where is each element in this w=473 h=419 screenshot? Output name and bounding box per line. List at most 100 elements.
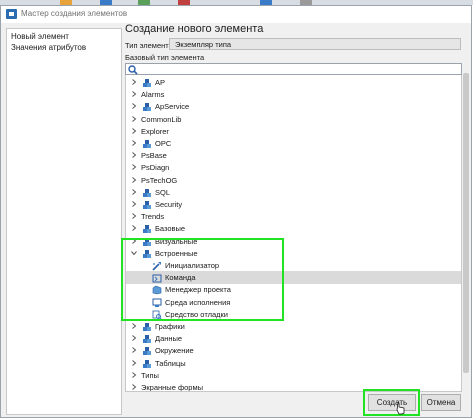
chevron-right-icon[interactable] — [131, 164, 137, 171]
cube-icon — [142, 346, 152, 356]
tree-item[interactable]: Explorer — [126, 125, 461, 138]
element-type-select[interactable]: Экземпляр типа — [169, 38, 461, 50]
tree-item[interactable]: Trends — [126, 210, 461, 223]
cancel-button[interactable]: Отмена — [421, 394, 461, 411]
tree-item[interactable]: Команда — [126, 271, 461, 285]
chevron-right-icon[interactable] — [131, 188, 137, 195]
cube-icon — [142, 139, 152, 149]
chevron-right-icon[interactable] — [131, 103, 137, 110]
tree-item[interactable]: PsTechOG — [126, 174, 461, 187]
chevron-right-icon[interactable] — [131, 323, 137, 329]
tree-item[interactable]: SQL — [126, 186, 461, 199]
chevron-right-icon[interactable] — [131, 347, 137, 354]
tree-item[interactable]: Менеджер проекта — [126, 283, 461, 296]
tree-item[interactable]: Графики — [126, 320, 461, 333]
chevron-right-icon[interactable] — [131, 201, 137, 207]
cube-icon — [142, 78, 152, 88]
tree-item-label: Встроенные — [155, 248, 198, 258]
tree-item[interactable]: Средство отладки — [126, 308, 461, 321]
tree-scrollbar[interactable] — [462, 63, 470, 392]
app-icon — [6, 9, 17, 19]
tree-item[interactable]: Среда исполнения — [126, 296, 461, 309]
tree-item-label: Экранные формы — [141, 383, 204, 392]
chevron-right-icon[interactable] — [131, 176, 137, 183]
tree-item[interactable]: PsDiagn — [126, 161, 461, 174]
tree-item-label: Базовые — [155, 224, 186, 234]
cube-icon — [142, 200, 152, 210]
tree-item-label: Security — [155, 200, 183, 209]
tree-item[interactable]: PsBase — [126, 149, 461, 162]
chevron-right-icon[interactable] — [131, 371, 137, 378]
tree-item-label: Визуальные — [155, 236, 198, 246]
tree-item[interactable]: AP — [126, 76, 461, 89]
search-icon — [128, 65, 138, 75]
scrollbar-thumb[interactable] — [463, 73, 469, 373]
chevron-right-icon[interactable] — [131, 127, 137, 134]
chevron-right-icon[interactable] — [131, 79, 137, 85]
tree-item[interactable]: Типы — [126, 369, 461, 382]
tree-item[interactable]: OPC — [126, 137, 461, 150]
tree-item[interactable]: Визуальные — [126, 235, 461, 248]
tree-item[interactable]: ApService — [126, 100, 461, 113]
tree-item[interactable]: Экранные формы — [126, 381, 461, 392]
tree-item-label: Среда исполнения — [165, 297, 231, 307]
cube-icon — [142, 249, 152, 259]
tree-item-label: PsBase — [141, 151, 167, 161]
chevron-right-icon[interactable] — [131, 225, 137, 232]
title-bar: Мастер создания элементов — [1, 6, 471, 23]
tree-item-label: Инициализатор — [165, 261, 220, 270]
tree-item-label: Типы — [141, 370, 159, 380]
chevron-right-icon[interactable] — [131, 237, 137, 244]
tree-item-label: Окружение — [155, 346, 194, 356]
element-type-value: Экземпляр типа — [175, 40, 232, 49]
page-title: Создание нового элемента — [125, 23, 264, 35]
create-button[interactable]: Создать — [368, 394, 416, 411]
tree-item[interactable]: Инициализатор — [126, 259, 461, 272]
element-type-label: Тип элемента — [125, 41, 173, 50]
chevron-right-icon[interactable] — [131, 115, 137, 122]
tree-item[interactable]: Базовые — [126, 222, 461, 235]
wizard-steps-pane: Новый элемент Значения атрибутов — [6, 28, 122, 415]
search-input[interactable] — [125, 63, 462, 75]
chevron-right-icon[interactable] — [131, 335, 137, 342]
base-type-label: Базовый тип элемента — [125, 53, 205, 62]
cube-icon — [142, 188, 152, 198]
chevron-down-icon[interactable] — [131, 250, 137, 256]
project-manager-icon — [152, 285, 162, 295]
mouse-cursor-icon — [396, 402, 405, 415]
tree-item[interactable]: Alarms — [126, 88, 461, 101]
chevron-right-icon[interactable] — [131, 384, 137, 390]
tree-item[interactable]: Окружение — [126, 344, 461, 357]
cube-icon — [142, 237, 152, 247]
cube-icon — [142, 102, 152, 112]
tree-item-label: Средство отладки — [165, 309, 228, 319]
tree-item[interactable]: CommonLib — [126, 113, 461, 126]
tree-item-label: Trends — [141, 212, 165, 222]
tree-item-label: PsTechOG — [141, 175, 178, 185]
tree-item-label: Команда — [165, 273, 196, 283]
tree-item-label: ApService — [155, 102, 190, 112]
tree-item-label: Таблицы — [155, 358, 186, 368]
cube-icon — [142, 359, 152, 369]
step-attribute-values[interactable]: Значения атрибутов — [11, 43, 86, 52]
chevron-right-icon[interactable] — [131, 140, 137, 146]
tree-item-label: Explorer — [141, 126, 169, 136]
window-title: Мастер создания элементов — [21, 9, 128, 18]
chevron-right-icon[interactable] — [131, 213, 137, 220]
tree-item-label: PsDiagn — [141, 163, 170, 173]
tree-item-label: CommonLib — [141, 114, 182, 124]
tree-item-label: Alarms — [141, 90, 165, 100]
initializer-icon — [152, 261, 162, 271]
chevron-right-icon[interactable] — [131, 152, 137, 159]
cube-icon — [142, 224, 152, 234]
base-type-tree[interactable]: AP Alarms ApService CommonLib Explorer OPC PsB… — [125, 75, 462, 392]
debugger-icon — [152, 310, 162, 320]
chevron-right-icon[interactable] — [131, 359, 137, 366]
tree-item[interactable]: Встроенные — [126, 247, 461, 260]
tree-item[interactable]: Данные — [126, 332, 461, 345]
step-new-element[interactable]: Новый элемент — [11, 32, 69, 41]
tree-item[interactable]: Security — [126, 198, 461, 211]
tree-item-label: OPC — [155, 139, 172, 148]
tree-item[interactable]: Таблицы — [126, 357, 461, 370]
chevron-right-icon[interactable] — [131, 91, 137, 98]
